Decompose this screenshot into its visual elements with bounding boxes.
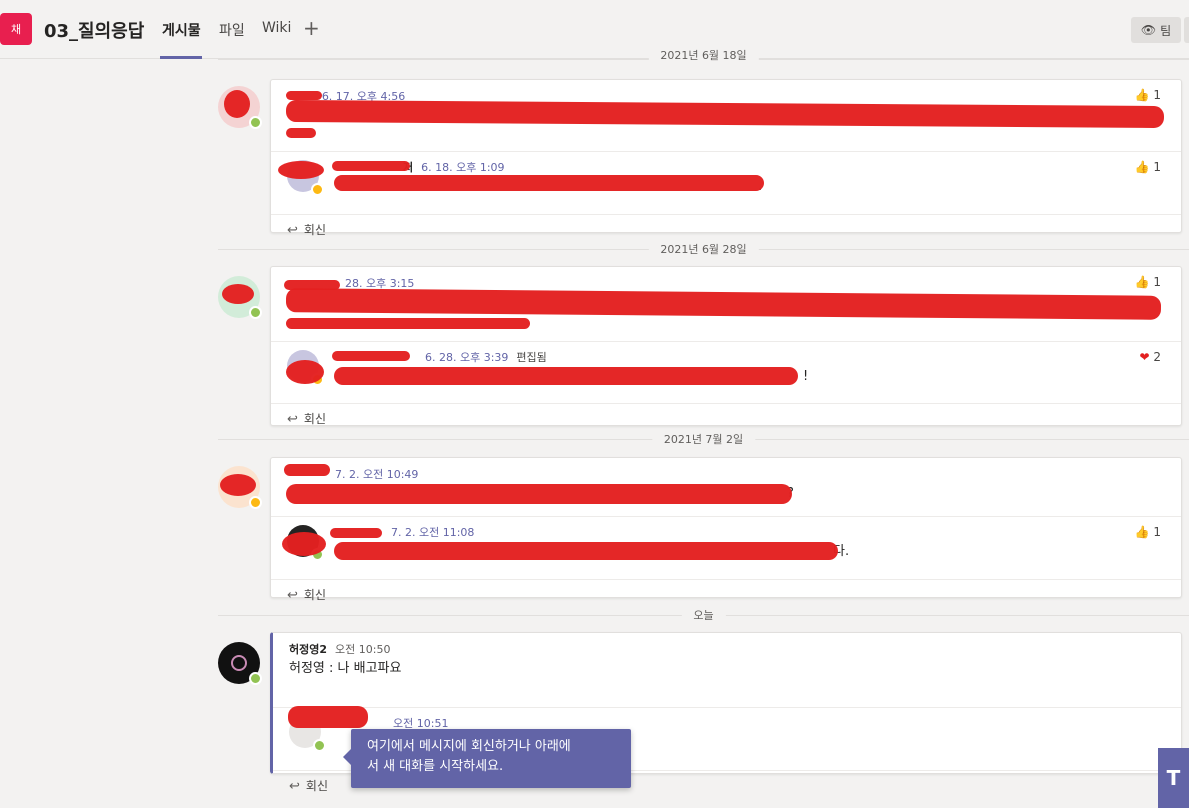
redaction-mark [284,464,330,476]
presence-away-icon [249,496,262,509]
reply-label: 회신 [305,779,328,793]
redaction-mark [282,532,326,556]
eye-icon: 👁 [1140,23,1157,37]
reply-arrow-icon: ↩ [287,223,298,238]
tab-posts[interactable]: 게시물 [162,20,201,40]
redaction-mark [334,175,764,191]
post-time: 7. 2. 오전 10:49 [335,468,419,481]
presence-available-icon [249,306,262,319]
reply-time: 7. 2. 오전 11:08 [391,526,475,539]
redaction-mark [332,161,410,171]
redaction-mark [288,706,368,728]
ring-icon [231,655,247,671]
reaction-badge[interactable]: 👍 1 [1135,88,1161,102]
channel-header: 채 03_질의응답 게시물 파일 Wiki + 👁 팀 [0,0,1189,59]
redaction-mark [286,128,316,138]
thumbs-up-icon: 👍 [1134,525,1150,539]
post-author[interactable]: 허정영2 [289,643,327,656]
reaction-count: 1 [1153,160,1161,174]
date-separator: 2021년 6월 18일 [218,47,1189,63]
thumbs-up-icon: 👍 [1134,275,1150,289]
active-tab-indicator [160,56,202,59]
reply-arrow-icon: ↩ [289,779,300,794]
tab-wiki[interactable]: Wiki [262,20,291,36]
redaction-mark [332,351,410,361]
reply-label: 회신 [303,588,326,602]
redaction-mark [278,161,324,179]
redaction-mark [286,318,530,329]
redaction-mark [334,542,838,560]
channel-title: 03_질의응답 [44,21,145,42]
date-separator-label: 2021년 6월 18일 [648,47,759,63]
date-separator-label: 오늘 [681,607,726,623]
presence-available-icon [249,672,262,685]
onboarding-tooltip[interactable]: 여기에서 메시지에 회신하거나 아래에 서 새 대화를 시작하세요. [343,729,631,788]
presence-available-icon [249,116,262,129]
thread-card: 7. 2. 오전 10:49 ? 7. 2. 오전 11:08 다. 👍 1 ↩… [270,457,1182,603]
team-button[interactable]: 👁 팀 [1131,17,1181,43]
date-separator: 2021년 7월 2일 [218,431,1189,447]
reaction-count: 2 [1153,350,1161,364]
redaction-mark [334,367,798,385]
presence-available-icon [313,739,326,752]
reply-label: 회신 [303,412,326,426]
post-time: 오전 10:50 [335,643,391,656]
presence-away-icon [311,183,324,196]
reaction-badge[interactable]: 👍 1 [1135,275,1161,289]
redaction-mark [224,90,250,118]
team-button-label: 팀 [1160,23,1172,38]
reaction-count: 1 [1153,88,1161,102]
tooltip-line: 서 새 대화를 시작하세요. [367,759,504,774]
thumbs-up-icon: 👍 [1134,88,1150,102]
teams-app-icon[interactable]: T [1158,748,1189,808]
reaction-count: 1 [1153,525,1161,539]
reaction-badge[interactable]: 👍 1 [1135,160,1161,174]
tab-files[interactable]: 파일 [219,20,245,40]
team-avatar[interactable]: 채 [0,13,32,45]
thumbs-up-icon: 👍 [1134,160,1150,174]
add-tab-button[interactable]: + [303,16,320,40]
reply-label: 회신 [303,223,326,237]
reply-button[interactable]: ↩ 회신 [271,404,1181,434]
post-text: 허정영 : 나 배고파요 [289,661,402,676]
heart-icon: ❤ [1139,350,1150,364]
redaction-mark [286,91,322,100]
date-separator-label: 2021년 7월 2일 [651,431,756,447]
redaction-mark [220,474,256,496]
date-separator: 2021년 6월 28일 [218,241,1189,257]
reaction-badge[interactable]: ❤ 2 [1139,350,1161,364]
date-separator-label: 2021년 6월 28일 [648,241,759,257]
redaction-mark [286,360,324,384]
reply-arrow-icon: ↩ [287,412,298,427]
edited-label: 편집됨 [516,351,547,364]
date-separator: 오늘 [218,607,1189,623]
redaction-mark [222,284,254,304]
tooltip-line: 여기에서 메시지에 회신하거나 아래에 [367,739,571,754]
reply-time: 6. 28. 오후 3:39 [425,351,509,364]
redaction-mark [286,484,792,504]
header-more-button[interactable] [1184,17,1189,43]
redaction-mark [330,528,382,538]
thread-post[interactable]: 허정영2 오전 10:50 허정영 : 나 배고파요 [273,633,1181,708]
reaction-count: 1 [1153,275,1161,289]
reply-time: 6. 18. 오후 1:09 [421,161,505,174]
reaction-badge[interactable]: 👍 1 [1135,525,1161,539]
reply-arrow-icon: ↩ [287,588,298,603]
reply-button[interactable]: ↩ 회신 [271,580,1181,610]
